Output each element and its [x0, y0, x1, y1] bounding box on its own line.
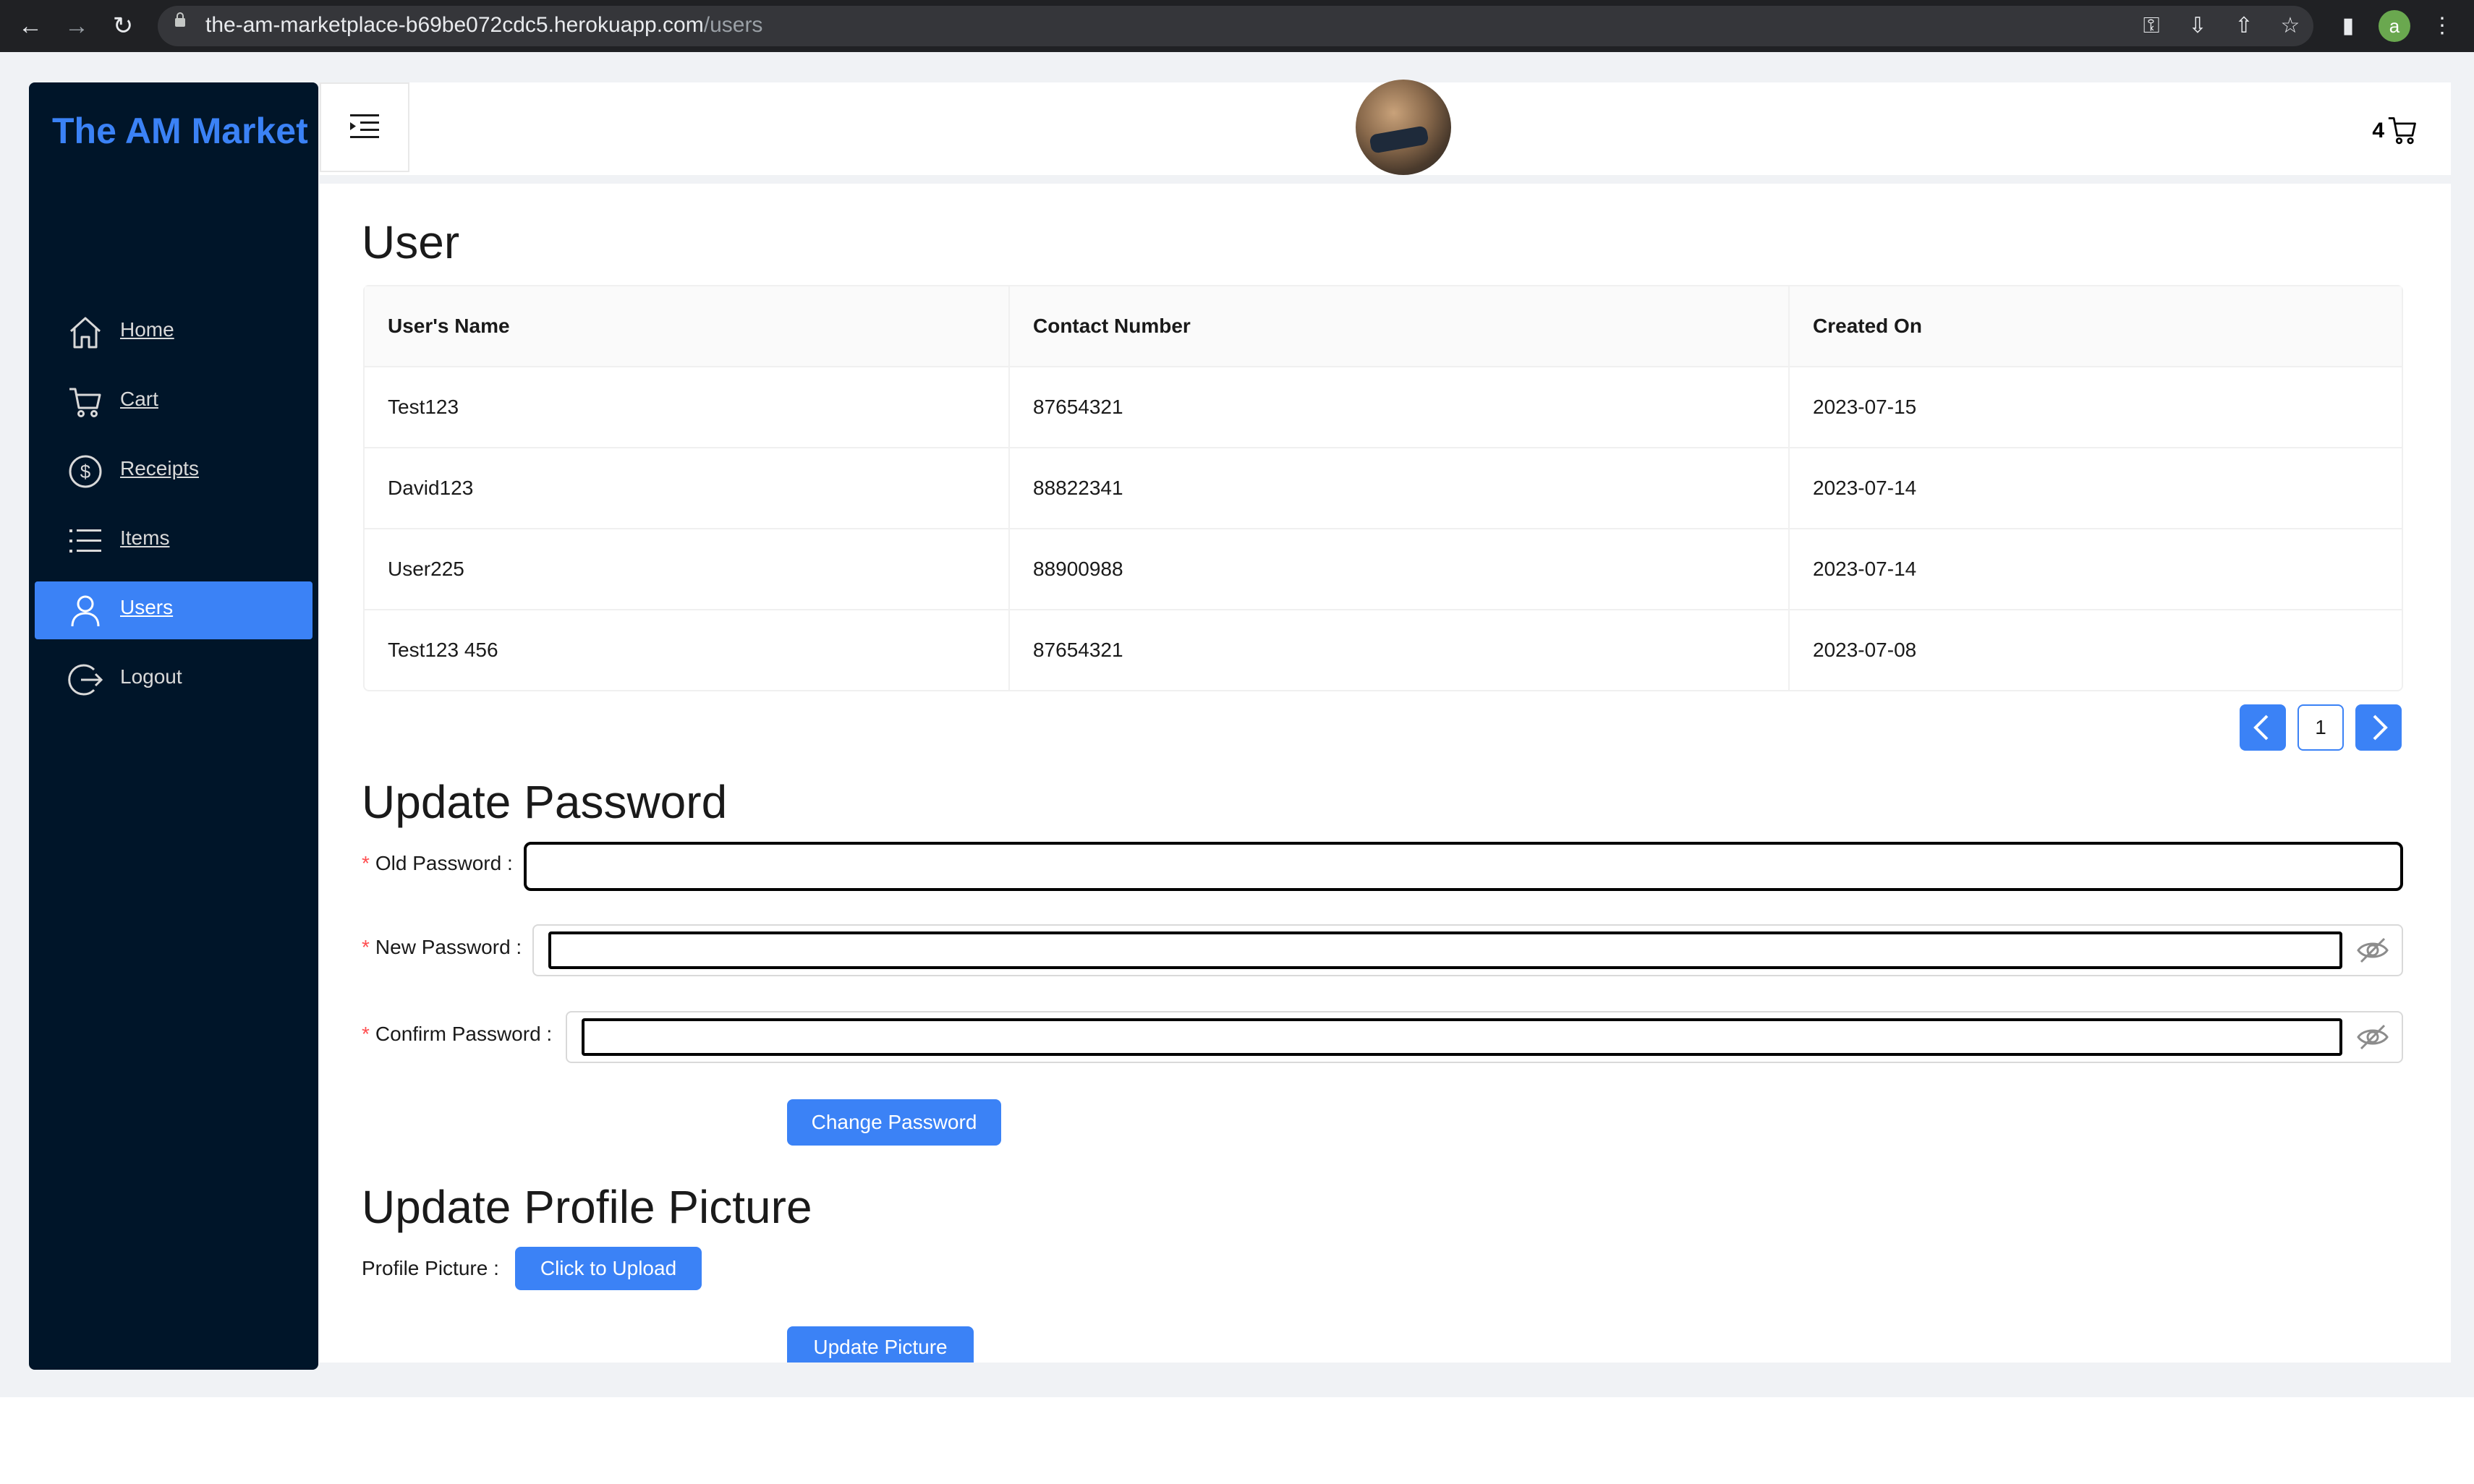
address-url: the-am-marketplace-b69be072cdc5.herokuap… — [205, 13, 763, 37]
table-cell: David123 — [365, 448, 1010, 528]
sidebar-item-receipts[interactable]: $ Receipts — [35, 443, 313, 500]
table-cell: Test123 — [365, 367, 1010, 447]
user-icon — [71, 595, 100, 627]
lock-icon — [175, 12, 185, 27]
chevron-right-icon — [2373, 715, 2388, 741]
menu-fold-icon — [350, 114, 379, 138]
sidebar-item-items[interactable]: Items — [35, 512, 313, 570]
sidebar-item-label: Logout — [120, 665, 182, 688]
app-logo: The AM Market — [52, 111, 308, 151]
sidebar-item-cart[interactable]: Cart — [35, 373, 313, 431]
table-header-row: User's Name Contact Number Created On — [365, 286, 2402, 367]
table-cell: 2023-07-14 — [1813, 558, 1917, 580]
cart-icon — [69, 388, 101, 417]
sidebar-item-label: Users — [120, 596, 174, 618]
users-title: User — [362, 216, 460, 268]
old-password-field[interactable] — [524, 842, 2403, 891]
sidebar-item-label: Receipts — [120, 457, 199, 479]
sidebar: The AM Market Home Cart $ Receipts Items… — [29, 82, 318, 1370]
logout-icon — [68, 664, 103, 696]
update-password-title: Update Password — [362, 776, 728, 828]
address-bar[interactable]: the-am-marketplace-b69be072cdc5.herokuap… — [158, 6, 2313, 46]
update-profile-picture-title: Update Profile Picture — [362, 1181, 812, 1233]
new-password-label: * New Password : — [362, 936, 522, 958]
table-row[interactable]: Test123 87654321 2023-07-15 — [365, 367, 2402, 448]
new-password-field[interactable] — [532, 924, 2403, 976]
home-icon — [69, 317, 101, 349]
eye-invisible-icon[interactable] — [2355, 1021, 2390, 1053]
share-icon[interactable]: ⇧ — [2228, 10, 2260, 42]
sidebar-item-label: Items — [120, 526, 170, 549]
table-row[interactable]: David123 88822341 2023-07-14 — [365, 448, 2402, 529]
sidebar-item-label: Home — [120, 318, 174, 341]
table-cell: 2023-07-15 — [1813, 396, 1917, 418]
cart-count-badge: 4 — [2372, 119, 2384, 142]
confirm-password-label: * Confirm Password : — [362, 1023, 553, 1045]
table-cell: 87654321 — [1010, 610, 1790, 690]
profile-picture-label: Profile Picture : — [362, 1257, 499, 1279]
bookmark-star-icon[interactable]: ☆ — [2274, 10, 2306, 42]
side-panel-icon[interactable]: ▮ — [2332, 10, 2364, 42]
chevron-left-icon — [2253, 715, 2269, 741]
back-icon[interactable]: ← — [14, 10, 46, 42]
table-cell: 2023-07-14 — [1813, 477, 1917, 499]
page-number-button[interactable]: 1 — [2297, 704, 2344, 751]
column-header: User's Name — [365, 286, 1010, 366]
table-cell: 87654321 — [1010, 367, 1790, 447]
sidebar-item-logout[interactable]: Logout — [35, 651, 313, 709]
table-row[interactable]: Test123 456 87654321 2023-07-08 — [365, 610, 2402, 690]
table-cell: 88822341 — [1010, 448, 1790, 528]
column-header: Contact Number — [1010, 286, 1790, 366]
sidebar-item-label: Cart — [120, 388, 158, 410]
table-cell: 88900988 — [1010, 529, 1790, 609]
menu-fold-button[interactable] — [320, 82, 409, 172]
install-icon[interactable]: ⇩ — [2182, 10, 2214, 42]
users-table: User's Name Contact Number Created On Te… — [363, 285, 2403, 691]
reload-icon[interactable]: ↻ — [107, 10, 139, 42]
new-password-input[interactable] — [548, 931, 2342, 969]
column-header: Created On — [1813, 315, 1922, 337]
table-cell: User225 — [365, 529, 1010, 609]
table-cell: 2023-07-08 — [1813, 639, 1917, 661]
top-header: 4 — [320, 80, 2451, 175]
change-password-button[interactable]: Change Password — [787, 1099, 1001, 1146]
confirm-password-input[interactable] — [582, 1018, 2342, 1056]
upload-button[interactable]: Click to Upload — [515, 1247, 702, 1290]
dollar-icon: $ — [69, 455, 102, 488]
list-icon — [69, 529, 101, 553]
sidebar-item-users[interactable]: Users — [35, 581, 313, 639]
old-password-label: * Old Password : — [362, 852, 513, 874]
avatar[interactable] — [1356, 80, 1451, 175]
browser-toolbar: ← → ↻ the-am-marketplace-b69be072cdc5.he… — [0, 0, 2474, 52]
update-picture-button[interactable]: Update Picture — [787, 1326, 974, 1363]
profile-avatar[interactable]: a — [2379, 10, 2410, 42]
table-cell: Test123 456 — [365, 610, 1010, 690]
more-menu-icon[interactable]: ⋮ — [2426, 10, 2458, 42]
sidebar-item-home[interactable]: Home — [35, 304, 313, 362]
forward-icon[interactable]: → — [61, 10, 93, 42]
table-row[interactable]: User225 88900988 2023-07-14 — [365, 529, 2402, 610]
prev-page-button[interactable] — [2240, 704, 2286, 751]
cart-icon — [2388, 117, 2416, 145]
confirm-password-field[interactable] — [566, 1011, 2403, 1063]
main-content: User User's Name Contact Number Created … — [320, 184, 2451, 1363]
eye-invisible-icon[interactable] — [2355, 934, 2390, 966]
svg-text:$: $ — [80, 461, 91, 482]
next-page-button[interactable] — [2355, 704, 2402, 751]
key-icon[interactable]: ⚿ — [2135, 10, 2167, 42]
